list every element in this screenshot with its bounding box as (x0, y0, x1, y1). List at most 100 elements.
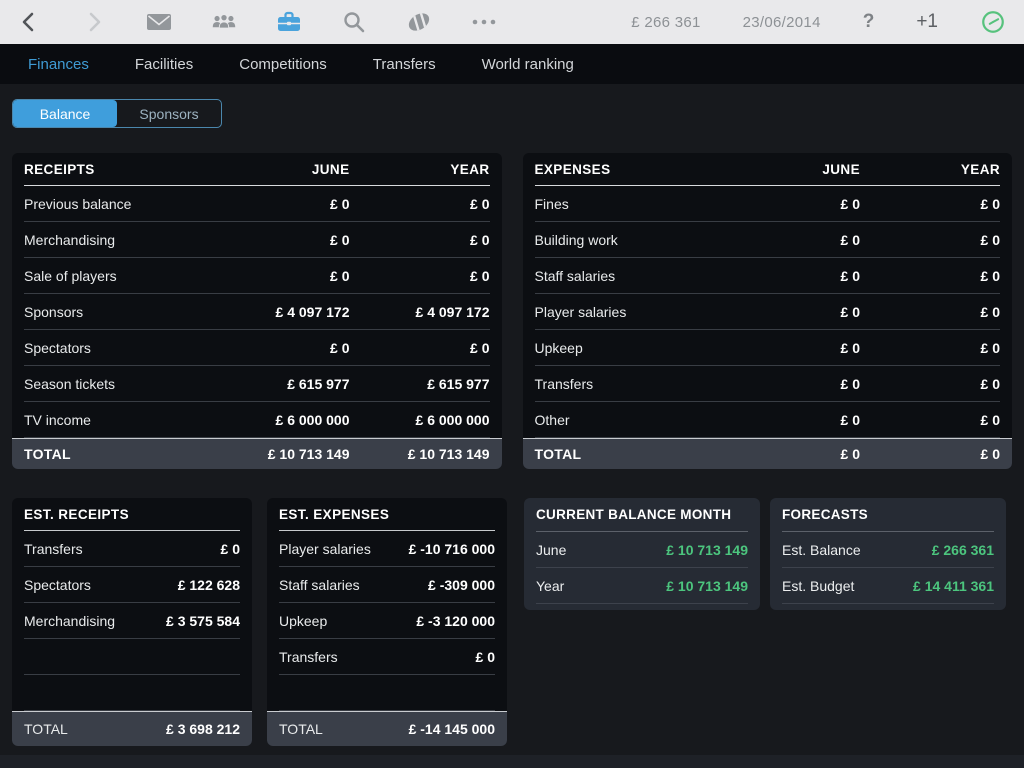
list-item-empty (24, 675, 240, 711)
est-expenses-total-row: TOTAL£ -14 145 000 (267, 711, 507, 746)
toggle-sponsors-button[interactable]: Sponsors (117, 100, 221, 127)
row-label: Upkeep (535, 340, 721, 356)
receipts-table: RECEIPTS JUNE YEAR Previous balance£ 0£ … (12, 153, 502, 469)
row-label: Upkeep (279, 613, 416, 629)
toggle-balance-button[interactable]: Balance (13, 100, 117, 127)
mail-icon[interactable] (146, 8, 172, 36)
forecasts-panel: FORECASTS Est. Balance£ 266 361 Est. Bud… (770, 498, 1006, 610)
row-label: TV income (24, 412, 210, 428)
table-row: Merchandising£ 0£ 0 (24, 222, 490, 258)
table-row: Player salaries£ 0£ 0 (535, 294, 1001, 330)
table-row: Transfers£ 0£ 0 (535, 366, 1001, 402)
tab-facilities[interactable]: Facilities (135, 56, 193, 73)
est-expenses-panel: EST. EXPENSES Player salaries£ -10 716 0… (267, 498, 507, 746)
total-label: TOTAL (24, 446, 210, 462)
expenses-table: EXPENSES JUNE YEAR Fines£ 0£ 0 Building … (523, 153, 1013, 469)
row-june-value: £ 615 977 (210, 376, 350, 392)
row-value: £ -309 000 (428, 577, 495, 593)
row-label: Building work (535, 232, 721, 248)
list-item: Transfers£ 0 (24, 531, 240, 567)
row-june-value: £ 0 (720, 340, 860, 356)
tab-finances[interactable]: Finances (28, 56, 89, 73)
main-tables-row: RECEIPTS JUNE YEAR Previous balance£ 0£ … (12, 153, 1012, 469)
tab-transfers[interactable]: Transfers (373, 56, 436, 73)
bottom-strip (0, 755, 1024, 768)
row-label: Player salaries (535, 304, 721, 320)
row-label: Player salaries (279, 541, 409, 557)
plus-one-button[interactable]: +1 (916, 11, 938, 33)
row-year-value: £ 0 (350, 196, 490, 212)
row-june-value: £ 4 097 172 (210, 304, 350, 320)
summary-panels-row: EST. RECEIPTS Transfers£ 0 Spectators£ 1… (12, 498, 1012, 746)
table-row: Sale of players£ 0£ 0 (24, 258, 490, 294)
total-value: £ 3 698 212 (132, 721, 240, 737)
list-item: Merchandising£ 3 575 584 (24, 603, 240, 639)
row-value: £ 14 411 361 (913, 578, 994, 594)
continue-clock-icon[interactable] (980, 8, 1006, 36)
row-year-value: £ 0 (350, 232, 490, 248)
tab-world-ranking[interactable]: World ranking (482, 56, 574, 73)
row-label: Est. Balance (782, 542, 932, 558)
row-label: Year (536, 578, 666, 594)
row-label: Spectators (24, 340, 210, 356)
ball-icon[interactable] (406, 8, 432, 36)
list-item: Player salaries£ -10 716 000 (279, 531, 495, 567)
table-row: Spectators£ 0£ 0 (24, 330, 490, 366)
total-year-value: £ 10 713 149 (350, 446, 490, 462)
forward-icon[interactable] (81, 8, 107, 36)
row-label: Staff salaries (279, 577, 428, 593)
column-june: JUNE (720, 162, 860, 177)
row-value: £ 0 (221, 541, 240, 557)
est-receipts-title: EST. RECEIPTS (24, 498, 240, 531)
total-june-value: £ 0 (720, 446, 860, 462)
total-label: TOTAL (535, 446, 721, 462)
table-row: Season tickets£ 615 977£ 615 977 (24, 366, 490, 402)
tab-competitions[interactable]: Competitions (239, 56, 327, 73)
row-label: Transfers (24, 541, 221, 557)
row-year-value: £ 6 000 000 (350, 412, 490, 428)
row-year-value: £ 0 (860, 196, 1000, 212)
row-value: £ 0 (476, 649, 495, 665)
table-row: Upkeep£ 0£ 0 (535, 330, 1001, 366)
toolbar-right-group: £ 266 361 23/06/2014 ? +1 (631, 8, 1006, 36)
row-june-value: £ 0 (720, 196, 860, 212)
row-label: Sponsors (24, 304, 210, 320)
row-year-value: £ 0 (350, 268, 490, 284)
row-june-value: £ 0 (210, 232, 350, 248)
squad-icon[interactable] (211, 8, 237, 36)
back-icon[interactable] (16, 8, 42, 36)
column-year: YEAR (350, 162, 490, 177)
row-june-value: £ 0 (720, 268, 860, 284)
row-year-value: £ 0 (350, 340, 490, 356)
table-row: TV income£ 6 000 000£ 6 000 000 (24, 402, 490, 438)
row-value: £ 266 361 (932, 542, 994, 558)
est-receipts-total-row: TOTAL£ 3 698 212 (12, 711, 252, 746)
row-label: Spectators (24, 577, 178, 593)
row-value: £ 122 628 (178, 577, 240, 593)
top-toolbar: £ 266 361 23/06/2014 ? +1 (0, 0, 1024, 44)
row-label: Sale of players (24, 268, 210, 284)
total-june-value: £ 10 713 149 (210, 446, 350, 462)
table-row: Staff salaries£ 0£ 0 (535, 258, 1001, 294)
row-year-value: £ 0 (860, 268, 1000, 284)
help-button[interactable]: ? (863, 11, 875, 33)
balance-sponsors-toggle: Balance Sponsors (12, 99, 222, 128)
receipts-title: RECEIPTS (24, 162, 210, 177)
row-value: £ 3 575 584 (166, 613, 240, 629)
row-label: Transfers (279, 649, 476, 665)
forecasts-title: FORECASTS (782, 498, 994, 532)
row-value: £ 10 713 149 (666, 578, 748, 594)
search-icon[interactable] (341, 8, 367, 36)
current-balance-month-title: CURRENT BALANCE MONTH (536, 498, 748, 532)
row-label: Transfers (535, 376, 721, 392)
briefcase-icon[interactable] (276, 8, 302, 36)
section-nav: Finances Facilities Competitions Transfe… (0, 44, 1024, 84)
row-label: Merchandising (24, 613, 166, 629)
more-icon[interactable] (471, 8, 497, 36)
row-june-value: £ 0 (210, 268, 350, 284)
total-label: TOTAL (24, 721, 132, 737)
row-june-value: £ 0 (210, 196, 350, 212)
list-item: Est. Budget£ 14 411 361 (782, 568, 994, 604)
receipts-total-row: TOTAL£ 10 713 149£ 10 713 149 (12, 438, 502, 469)
list-item: Est. Balance£ 266 361 (782, 532, 994, 568)
